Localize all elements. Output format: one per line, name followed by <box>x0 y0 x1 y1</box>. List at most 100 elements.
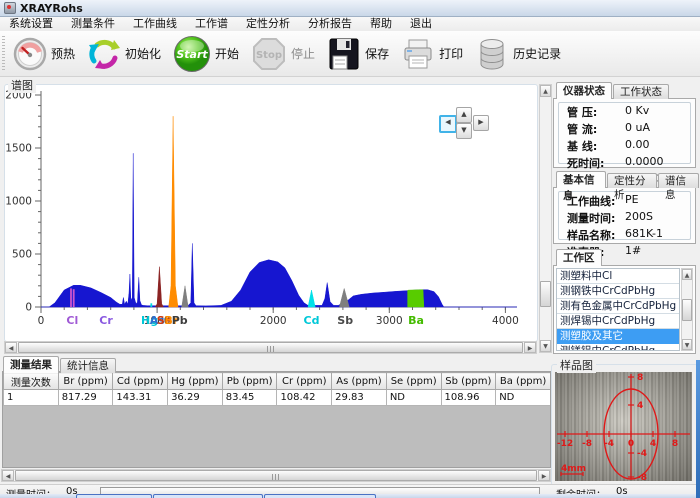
pan-down-button[interactable]: ▼ <box>456 123 472 139</box>
column-header[interactable]: 测量次数 <box>4 373 59 390</box>
workspace-scrollbar[interactable]: ▲ ▼ <box>681 268 693 351</box>
tab-statistics[interactable]: 统计信息 <box>60 358 116 373</box>
column-header[interactable]: Hg (ppm) <box>168 373 223 390</box>
table-row[interactable]: 1817.29143.3136.2983.45108.4229.83ND108.… <box>4 390 551 406</box>
initialize-icon <box>87 37 121 71</box>
menu-item-7[interactable]: 退出 <box>401 17 441 31</box>
horizontal-scroll-thumb[interactable] <box>18 342 523 353</box>
workspace-item-4[interactable]: 测塑胶及其它 <box>557 329 679 344</box>
history-icon <box>475 37 509 71</box>
save-label: 保存 <box>365 45 389 62</box>
column-header[interactable]: Sb (ppm) <box>441 373 496 390</box>
chart-group-label: 谱图 <box>8 77 36 93</box>
print-button[interactable]: 打印 <box>397 35 471 73</box>
pan-up-button[interactable]: ▲ <box>456 107 472 123</box>
scroll-up-icon[interactable]: ▲ <box>540 85 551 97</box>
menu-item-4[interactable]: 定性分析 <box>237 17 299 31</box>
workspace-item-5[interactable]: 测镁铝中CrCdPbHg <box>557 344 679 351</box>
start-button[interactable]: Start 开始 <box>169 33 247 75</box>
start-label: 开始 <box>215 45 239 62</box>
column-header[interactable]: Cr (ppm) <box>277 373 332 390</box>
table-horizontal-scrollbar[interactable]: ◀ ▶ <box>1 469 551 482</box>
scroll-right-icon[interactable]: ▶ <box>524 342 536 353</box>
column-header[interactable]: Br (ppm) <box>58 373 113 390</box>
svg-text:0: 0 <box>38 315 45 327</box>
svg-text:500: 500 <box>12 249 32 261</box>
workspace-item-2[interactable]: 测有色金属中CrCdPbHg <box>557 299 679 314</box>
field-row: 死时间:0.0000 <box>559 154 690 171</box>
column-header[interactable]: Cd (ppm) <box>113 373 168 390</box>
instrument-tabs: 仪器状态 工作状态 <box>556 82 670 99</box>
tab-basic-info[interactable]: 基本信息 <box>556 171 606 188</box>
stop-button[interactable]: Stop 停止 <box>247 34 323 74</box>
scroll-up-icon[interactable]: ▲ <box>682 269 692 280</box>
field-value: 0 uA <box>625 121 650 137</box>
table-cell: 36.29 <box>168 390 223 406</box>
workspace-tabs: 工作区 <box>556 249 603 266</box>
initialize-button[interactable]: 初始化 <box>83 35 169 73</box>
column-header[interactable]: Ba (ppm) <box>496 373 551 390</box>
column-header[interactable]: Se (ppm) <box>386 373 441 390</box>
field-label: 样品名称: <box>567 227 625 243</box>
taskbar-button[interactable] <box>264 494 376 498</box>
chart-horizontal-scrollbar[interactable]: ◀ ▶ <box>4 341 537 354</box>
field-label: 测量时间: <box>567 210 625 226</box>
scroll-left-icon[interactable]: ◀ <box>2 470 14 481</box>
taskbar-button[interactable] <box>76 494 152 498</box>
scroll-down-icon[interactable]: ▼ <box>540 340 551 352</box>
menu-item-6[interactable]: 帮助 <box>361 17 401 31</box>
toolbar-grip <box>2 36 5 72</box>
pan-right-button[interactable]: ▶ <box>473 115 489 131</box>
tab-workspace[interactable]: 工作区 <box>556 249 602 266</box>
tab-instrument-status[interactable]: 仪器状态 <box>556 82 612 99</box>
element-label-Cd: Cd <box>304 314 320 327</box>
tab-work-status[interactable]: 工作状态 <box>613 84 669 99</box>
field-value: 0 Kv <box>625 104 649 120</box>
tab-spectrum-info[interactable]: 谱信息 <box>658 173 699 188</box>
series-peak-orange <box>169 116 178 307</box>
table-cell: 29.83 <box>332 390 387 406</box>
menu-item-3[interactable]: 工作谱 <box>186 17 237 31</box>
series-peak-gray-hg-region <box>182 286 189 307</box>
table-cell: 143.31 <box>113 390 168 406</box>
workspace-item-3[interactable]: 测焊锡中CrCdPbHg <box>557 314 679 329</box>
menu-item-2[interactable]: 工作曲线 <box>124 17 186 31</box>
workspace-item-0[interactable]: 测塑料中Cl <box>557 269 679 284</box>
scroll-down-icon[interactable]: ▼ <box>682 339 692 350</box>
field-label: 基 线: <box>567 138 625 154</box>
svg-text:4: 4 <box>650 439 656 449</box>
menu-item-5[interactable]: 分析报告 <box>299 17 361 31</box>
field-label: 管 流: <box>567 121 625 137</box>
element-label-Ba: Ba <box>408 314 424 327</box>
scroll-right-icon[interactable]: ▶ <box>538 470 550 481</box>
vertical-scroll-thumb[interactable] <box>682 299 692 321</box>
tab-measure-results[interactable]: 测量结果 <box>3 356 59 373</box>
results-tabs: 测量结果 统计信息 <box>3 356 117 373</box>
history-button[interactable]: 历史记录 <box>471 35 569 73</box>
menu-item-1[interactable]: 测量条件 <box>62 17 124 31</box>
svg-text:Stop: Stop <box>256 50 282 61</box>
column-header[interactable]: Pb (ppm) <box>222 373 277 390</box>
horizontal-scroll-thumb[interactable] <box>15 470 537 481</box>
pan-left-button[interactable]: ◀ <box>439 115 457 133</box>
save-icon <box>327 37 361 71</box>
save-button[interactable]: 保存 <box>323 35 397 73</box>
field-value: 0.0000 <box>625 155 664 171</box>
column-header[interactable]: As (ppm) <box>332 373 387 390</box>
menu-bar: 系统设置测量条件工作曲线工作谱定性分析分析报告帮助退出 <box>0 17 700 32</box>
workspace-item-1[interactable]: 测钢铁中CrCdPbHg <box>557 284 679 299</box>
tab-qualitative-analysis[interactable]: 定性分析 <box>607 173 657 188</box>
element-label-Sb: Sb <box>337 314 353 327</box>
line-marker <box>73 289 75 307</box>
svg-text:-8: -8 <box>637 473 647 481</box>
menu-item-0[interactable]: 系统设置 <box>0 17 62 31</box>
preheat-button[interactable]: 预热 <box>9 35 83 73</box>
table-cell: ND <box>386 390 441 406</box>
taskbar-button[interactable] <box>153 494 263 498</box>
scroll-left-icon[interactable]: ◀ <box>5 342 17 353</box>
svg-text:4: 4 <box>637 401 643 411</box>
vertical-scroll-thumb[interactable] <box>540 281 551 307</box>
chart-vertical-scrollbar[interactable]: ▲ ▼ <box>539 84 552 353</box>
table-cell: ND <box>496 390 551 406</box>
field-value: 1# <box>625 244 641 260</box>
